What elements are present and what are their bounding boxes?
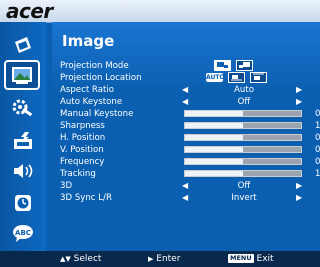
- frequency-value: 0: [315, 157, 320, 167]
- aspect-ratio-left-arrow-icon[interactable]: ◀: [182, 84, 188, 96]
- 3d-sync-left-arrow-icon[interactable]: ◀: [182, 192, 188, 204]
- menu-key-icon: MENU: [228, 254, 254, 263]
- projection-mode-front-button[interactable]: [214, 60, 231, 71]
- select-hint: ▲▼ Select: [60, 251, 101, 267]
- sidebar-item-language[interactable]: ABC: [9, 222, 37, 244]
- v-position-label: V. Position: [60, 145, 104, 155]
- row-frequency[interactable]: Frequency 0: [60, 156, 320, 168]
- 3d-sync-label: 3D Sync L/R: [60, 193, 112, 203]
- tracking-slider-fill: [185, 171, 243, 176]
- h-position-slider-fill: [185, 135, 243, 140]
- projection-location-desk-button[interactable]: [228, 72, 245, 83]
- image-icon: [12, 67, 32, 84]
- front-projection-icon: [217, 62, 228, 68]
- manual-keystone-slider[interactable]: [184, 110, 302, 117]
- top-bar: acer: [0, 0, 320, 23]
- 3d-sync-right-arrow-icon[interactable]: ▶: [296, 192, 302, 204]
- sidebar-item-image[interactable]: [4, 60, 40, 90]
- tracking-slider[interactable]: [184, 170, 302, 177]
- sidebar-item-management[interactable]: [9, 130, 37, 152]
- projection-mode-label: Projection Mode: [60, 61, 129, 71]
- language-icon: ABC: [13, 225, 33, 242]
- settings-icon: [12, 99, 33, 117]
- v-position-value: 0: [315, 145, 320, 155]
- projection-location-auto-button[interactable]: AUTO: [206, 73, 225, 82]
- 3d-label: 3D: [60, 181, 73, 191]
- row-auto-keystone[interactable]: Auto Keystone ◀ Off ▶: [60, 96, 320, 108]
- v-position-slider[interactable]: [184, 146, 302, 153]
- aspect-ratio-value: Auto: [234, 85, 254, 95]
- enter-hint-label: Enter: [156, 254, 181, 264]
- frequency-slider-fill: [185, 159, 243, 164]
- auto-keystone-value: Off: [237, 97, 251, 107]
- row-h-position[interactable]: H. Position 0: [60, 132, 320, 144]
- row-aspect-ratio[interactable]: Aspect Ratio ◀ Auto ▶: [60, 84, 320, 96]
- 3d-right-arrow-icon[interactable]: ▶: [296, 180, 302, 192]
- frequency-slider[interactable]: [184, 158, 302, 165]
- auto-keystone-left-arrow-icon[interactable]: ◀: [182, 96, 188, 108]
- row-3d-sync[interactable]: 3D Sync L/R ◀ Invert ▶: [60, 192, 320, 204]
- audio-icon: [14, 164, 33, 178]
- row-projection-location[interactable]: Projection Location AUTO: [60, 72, 320, 84]
- 3d-left-arrow-icon[interactable]: ◀: [182, 180, 188, 192]
- rear-projection-icon: [239, 62, 250, 68]
- auto-keystone-right-arrow-icon[interactable]: ▶: [296, 96, 302, 108]
- exit-hint-label: Exit: [256, 254, 274, 264]
- sidebar-item-settings[interactable]: [9, 96, 37, 118]
- tracking-value: 18: [315, 169, 320, 179]
- enter-hint: ▶ Enter: [148, 251, 180, 267]
- row-3d[interactable]: 3D ◀ Off ▶: [60, 180, 320, 192]
- h-position-slider[interactable]: [184, 134, 302, 141]
- right-arrow-icon: ▶: [148, 255, 154, 263]
- sharpness-label: Sharpness: [60, 121, 105, 131]
- v-position-slider-fill: [185, 147, 243, 152]
- sidebar-item-audio[interactable]: [9, 160, 37, 182]
- manual-keystone-value: 0: [315, 109, 320, 119]
- ceiling-mount-icon: [253, 73, 264, 80]
- row-manual-keystone[interactable]: Manual Keystone 0: [60, 108, 320, 120]
- exit-hint: MENU Exit: [228, 251, 274, 267]
- row-tracking[interactable]: Tracking 18: [60, 168, 320, 180]
- sidebar-item-timer[interactable]: [9, 192, 37, 214]
- desk-mount-icon: [231, 75, 242, 81]
- 3d-value: Off: [237, 181, 251, 191]
- up-down-arrow-icon: ▲▼: [60, 255, 71, 263]
- sharpness-value: 18: [315, 121, 320, 131]
- timer-icon: [15, 195, 31, 211]
- sharpness-slider-fill: [185, 123, 243, 128]
- sidebar: ABC: [0, 22, 46, 251]
- h-position-value: 0: [315, 133, 320, 143]
- auto-keystone-label: Auto Keystone: [60, 97, 123, 107]
- select-hint-label: Select: [73, 254, 102, 264]
- row-projection-mode[interactable]: Projection Mode: [60, 60, 320, 72]
- frequency-label: Frequency: [60, 157, 105, 167]
- brand-logo: acer: [6, 0, 53, 23]
- management-icon: [14, 132, 32, 149]
- language-icon-text: ABC: [15, 229, 31, 237]
- sharpness-slider[interactable]: [184, 122, 302, 129]
- row-sharpness[interactable]: Sharpness 18: [60, 120, 320, 132]
- projection-location-ceiling-button[interactable]: [250, 72, 267, 83]
- row-v-position[interactable]: V. Position 0: [60, 144, 320, 156]
- manual-keystone-label: Manual Keystone: [60, 109, 134, 119]
- h-position-label: H. Position: [60, 133, 106, 143]
- sidebar-item-color-management[interactable]: [9, 34, 37, 56]
- aspect-ratio-right-arrow-icon[interactable]: ▶: [296, 84, 302, 96]
- projection-mode-rear-button[interactable]: [236, 60, 253, 71]
- aspect-ratio-label: Aspect Ratio: [60, 85, 114, 95]
- page-title: Image: [62, 32, 115, 50]
- projection-location-label: Projection Location: [60, 73, 142, 83]
- manual-keystone-slider-fill: [185, 111, 243, 116]
- color-management-icon: [15, 37, 31, 53]
- footer-hint-bar: ▲▼ Select ▶ Enter MENU Exit: [0, 251, 320, 267]
- tracking-label: Tracking: [60, 169, 96, 179]
- 3d-sync-value: Invert: [231, 193, 257, 203]
